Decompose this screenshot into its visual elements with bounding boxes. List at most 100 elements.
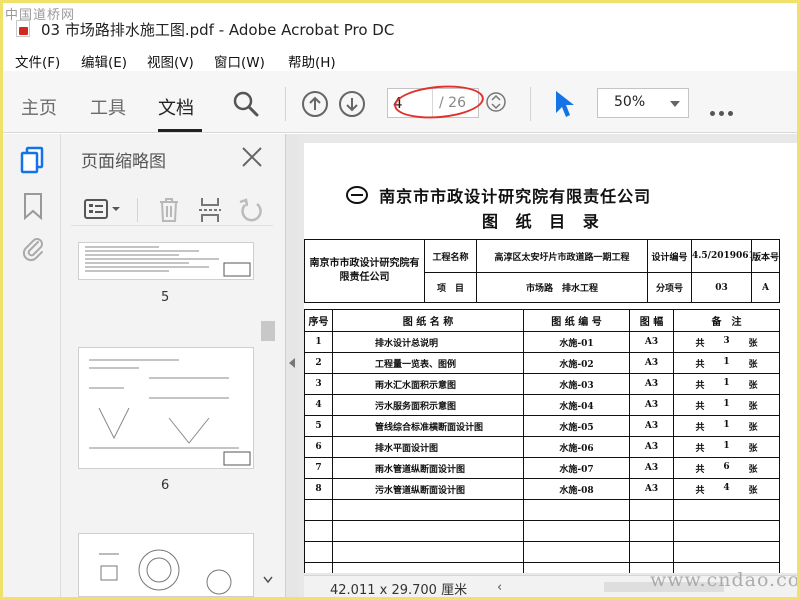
page-thumbnail[interactable] (78, 242, 254, 280)
document-view: 南京市市政设计研究院有限责任公司 图 纸 目 录 南京市市政设计研究院有限责任公… (298, 134, 797, 597)
item-value: 市场路 排水工程 (476, 272, 648, 303)
empty-cell (523, 541, 630, 563)
tab-tools[interactable]: 工具 (90, 94, 126, 120)
collapse-panel-icon[interactable] (289, 358, 295, 368)
row-seq: 7 (304, 457, 333, 479)
page-thumbnail[interactable] (78, 347, 254, 469)
empty-cell (332, 520, 524, 542)
close-icon[interactable] (239, 144, 265, 170)
pdf-file-icon (16, 20, 30, 37)
menu-view[interactable]: 视图(V) (147, 51, 194, 71)
row-note-unit: 张 (748, 485, 758, 496)
table-header-row: 序号 图 纸 名 称 图 纸 编 号 图 幅 备 注 (304, 309, 780, 332)
split-page-icon[interactable] (197, 196, 223, 228)
app-window: 中国道桥网 03 市场路排水施工图.pdf - Adobe Acrobat Pr… (3, 3, 797, 597)
chevron-down-icon (670, 101, 680, 107)
page-thumbnails-icon[interactable] (19, 146, 45, 178)
scroll-down-icon[interactable] (263, 576, 273, 584)
row-name: 工程量一览表、图例 (332, 352, 524, 374)
bookmark-icon[interactable] (22, 192, 44, 224)
title-bar: 中国道桥网 03 市场路排水施工图.pdf - Adobe Acrobat Pr… (3, 3, 797, 43)
previous-page-icon[interactable] (301, 90, 329, 122)
panel-tool-separator (137, 198, 138, 222)
empty-cell (673, 520, 780, 542)
menu-help[interactable]: 帮助(H) (288, 51, 336, 71)
row-note-count: 1 (723, 440, 730, 451)
table-row: 3 雨水汇水面积示意图 水施-03 A3 共 1 张 (304, 373, 780, 395)
row-seq: 3 (304, 373, 333, 395)
panel-scroll-thumb[interactable] (261, 321, 275, 341)
row-code: 水施-08 (523, 478, 630, 500)
search-icon[interactable] (232, 90, 260, 122)
menu-edit[interactable]: 编辑(E) (81, 51, 127, 71)
row-note-unit: 张 (748, 401, 758, 412)
row-note: 共 1 张 (673, 373, 780, 395)
menu-window[interactable]: 窗口(W) (214, 51, 265, 71)
page-thumbnail[interactable] (78, 533, 254, 597)
row-note-pre: 共 (695, 422, 705, 433)
tab-home[interactable]: 主页 (21, 94, 57, 120)
sub-no: 03 (691, 272, 752, 303)
panel-toolbar (71, 192, 273, 226)
row-name: 排水设计总说明 (332, 331, 524, 353)
page-thumbnails-panel: 页面缩略图 5 6 (61, 134, 285, 597)
row-note-pre: 共 (695, 401, 705, 412)
row-note: 共 4 张 (673, 478, 780, 500)
row-seq: 1 (304, 331, 333, 353)
row-note: 共 3 张 (673, 331, 780, 353)
empty-cell (673, 499, 780, 521)
table-row: 4 污水服务面积示意图 水施-04 A3 共 1 张 (304, 394, 780, 416)
menu-bar: 文件(F) 编辑(E) 视图(V) 窗口(W) 帮助(H) (3, 47, 797, 71)
row-note-count: 1 (723, 356, 730, 367)
empty-cell (332, 541, 524, 563)
menu-file[interactable]: 文件(F) (15, 51, 60, 71)
tab-document[interactable]: 文档 (158, 94, 194, 120)
thumbnail-options-icon[interactable] (83, 198, 123, 226)
row-size: A3 (629, 478, 674, 500)
drawing-list-table: 序号 图 纸 名 称 图 纸 编 号 图 幅 备 注 1 排水设计总说明 水施-01… (304, 309, 780, 573)
row-note-count: 1 (723, 419, 730, 430)
delete-page-icon[interactable] (157, 196, 181, 228)
item-label: 项 目 (424, 272, 477, 303)
more-options-icon[interactable] (710, 101, 737, 120)
next-page-icon[interactable] (338, 90, 366, 122)
row-name: 污水服务面积示意图 (332, 394, 524, 416)
row-note: 共 6 张 (673, 457, 780, 479)
header-size: 图 幅 (629, 309, 674, 332)
row-note: 共 1 张 (673, 436, 780, 458)
row-size: A3 (629, 394, 674, 416)
row-code: 水施-03 (523, 373, 630, 395)
row-note-unit: 张 (748, 359, 758, 370)
sub-no-label: 分项号 (647, 272, 692, 303)
table-row: 5 管线综合标准横断面设计图 水施-05 A3 共 1 张 (304, 415, 780, 437)
design-no-label: 设计编号 (647, 239, 692, 273)
active-tab-indicator (158, 129, 202, 132)
table-row: 7 雨水管道纵断面设计图 水施-07 A3 共 6 张 (304, 457, 780, 479)
row-note-pre: 共 (695, 338, 705, 349)
pdf-page: 南京市市政设计研究院有限责任公司 图 纸 目 录 南京市市政设计研究院有限责任公… (304, 143, 797, 573)
project-name-label: 工程名称 (424, 239, 477, 273)
zoom-select[interactable]: 50% (597, 88, 689, 118)
row-code: 水施-01 (523, 331, 630, 353)
row-size: A3 (629, 331, 674, 353)
scroll-left-icon[interactable]: ‹ (497, 580, 502, 595)
thumbnail-label: 5 (161, 290, 170, 305)
empty-cell (523, 520, 630, 542)
page-stepper-icon[interactable] (485, 91, 507, 117)
row-size: A3 (629, 352, 674, 374)
panel-scrollbar[interactable] (261, 246, 275, 592)
table-row: 2 工程量一览表、图例 水施-02 A3 共 1 张 (304, 352, 780, 374)
window-title: 03 市场路排水施工图.pdf - Adobe Acrobat Pro DC (41, 21, 395, 39)
row-note-pre: 共 (695, 443, 705, 454)
header-name: 图 纸 名 称 (332, 309, 524, 332)
row-size: A3 (629, 436, 674, 458)
panel-splitter[interactable] (285, 134, 298, 597)
attachment-icon[interactable] (20, 234, 46, 266)
header-seq: 序号 (304, 309, 333, 332)
rotate-icon[interactable] (237, 196, 265, 228)
toolbar: 主页 工具 文档 4 / 26 50% (3, 71, 797, 133)
header-note: 备 注 (673, 309, 780, 332)
select-cursor-icon[interactable] (553, 89, 575, 123)
row-name: 污水管道纵断面设计图 (332, 478, 524, 500)
row-note-count: 1 (723, 377, 730, 388)
